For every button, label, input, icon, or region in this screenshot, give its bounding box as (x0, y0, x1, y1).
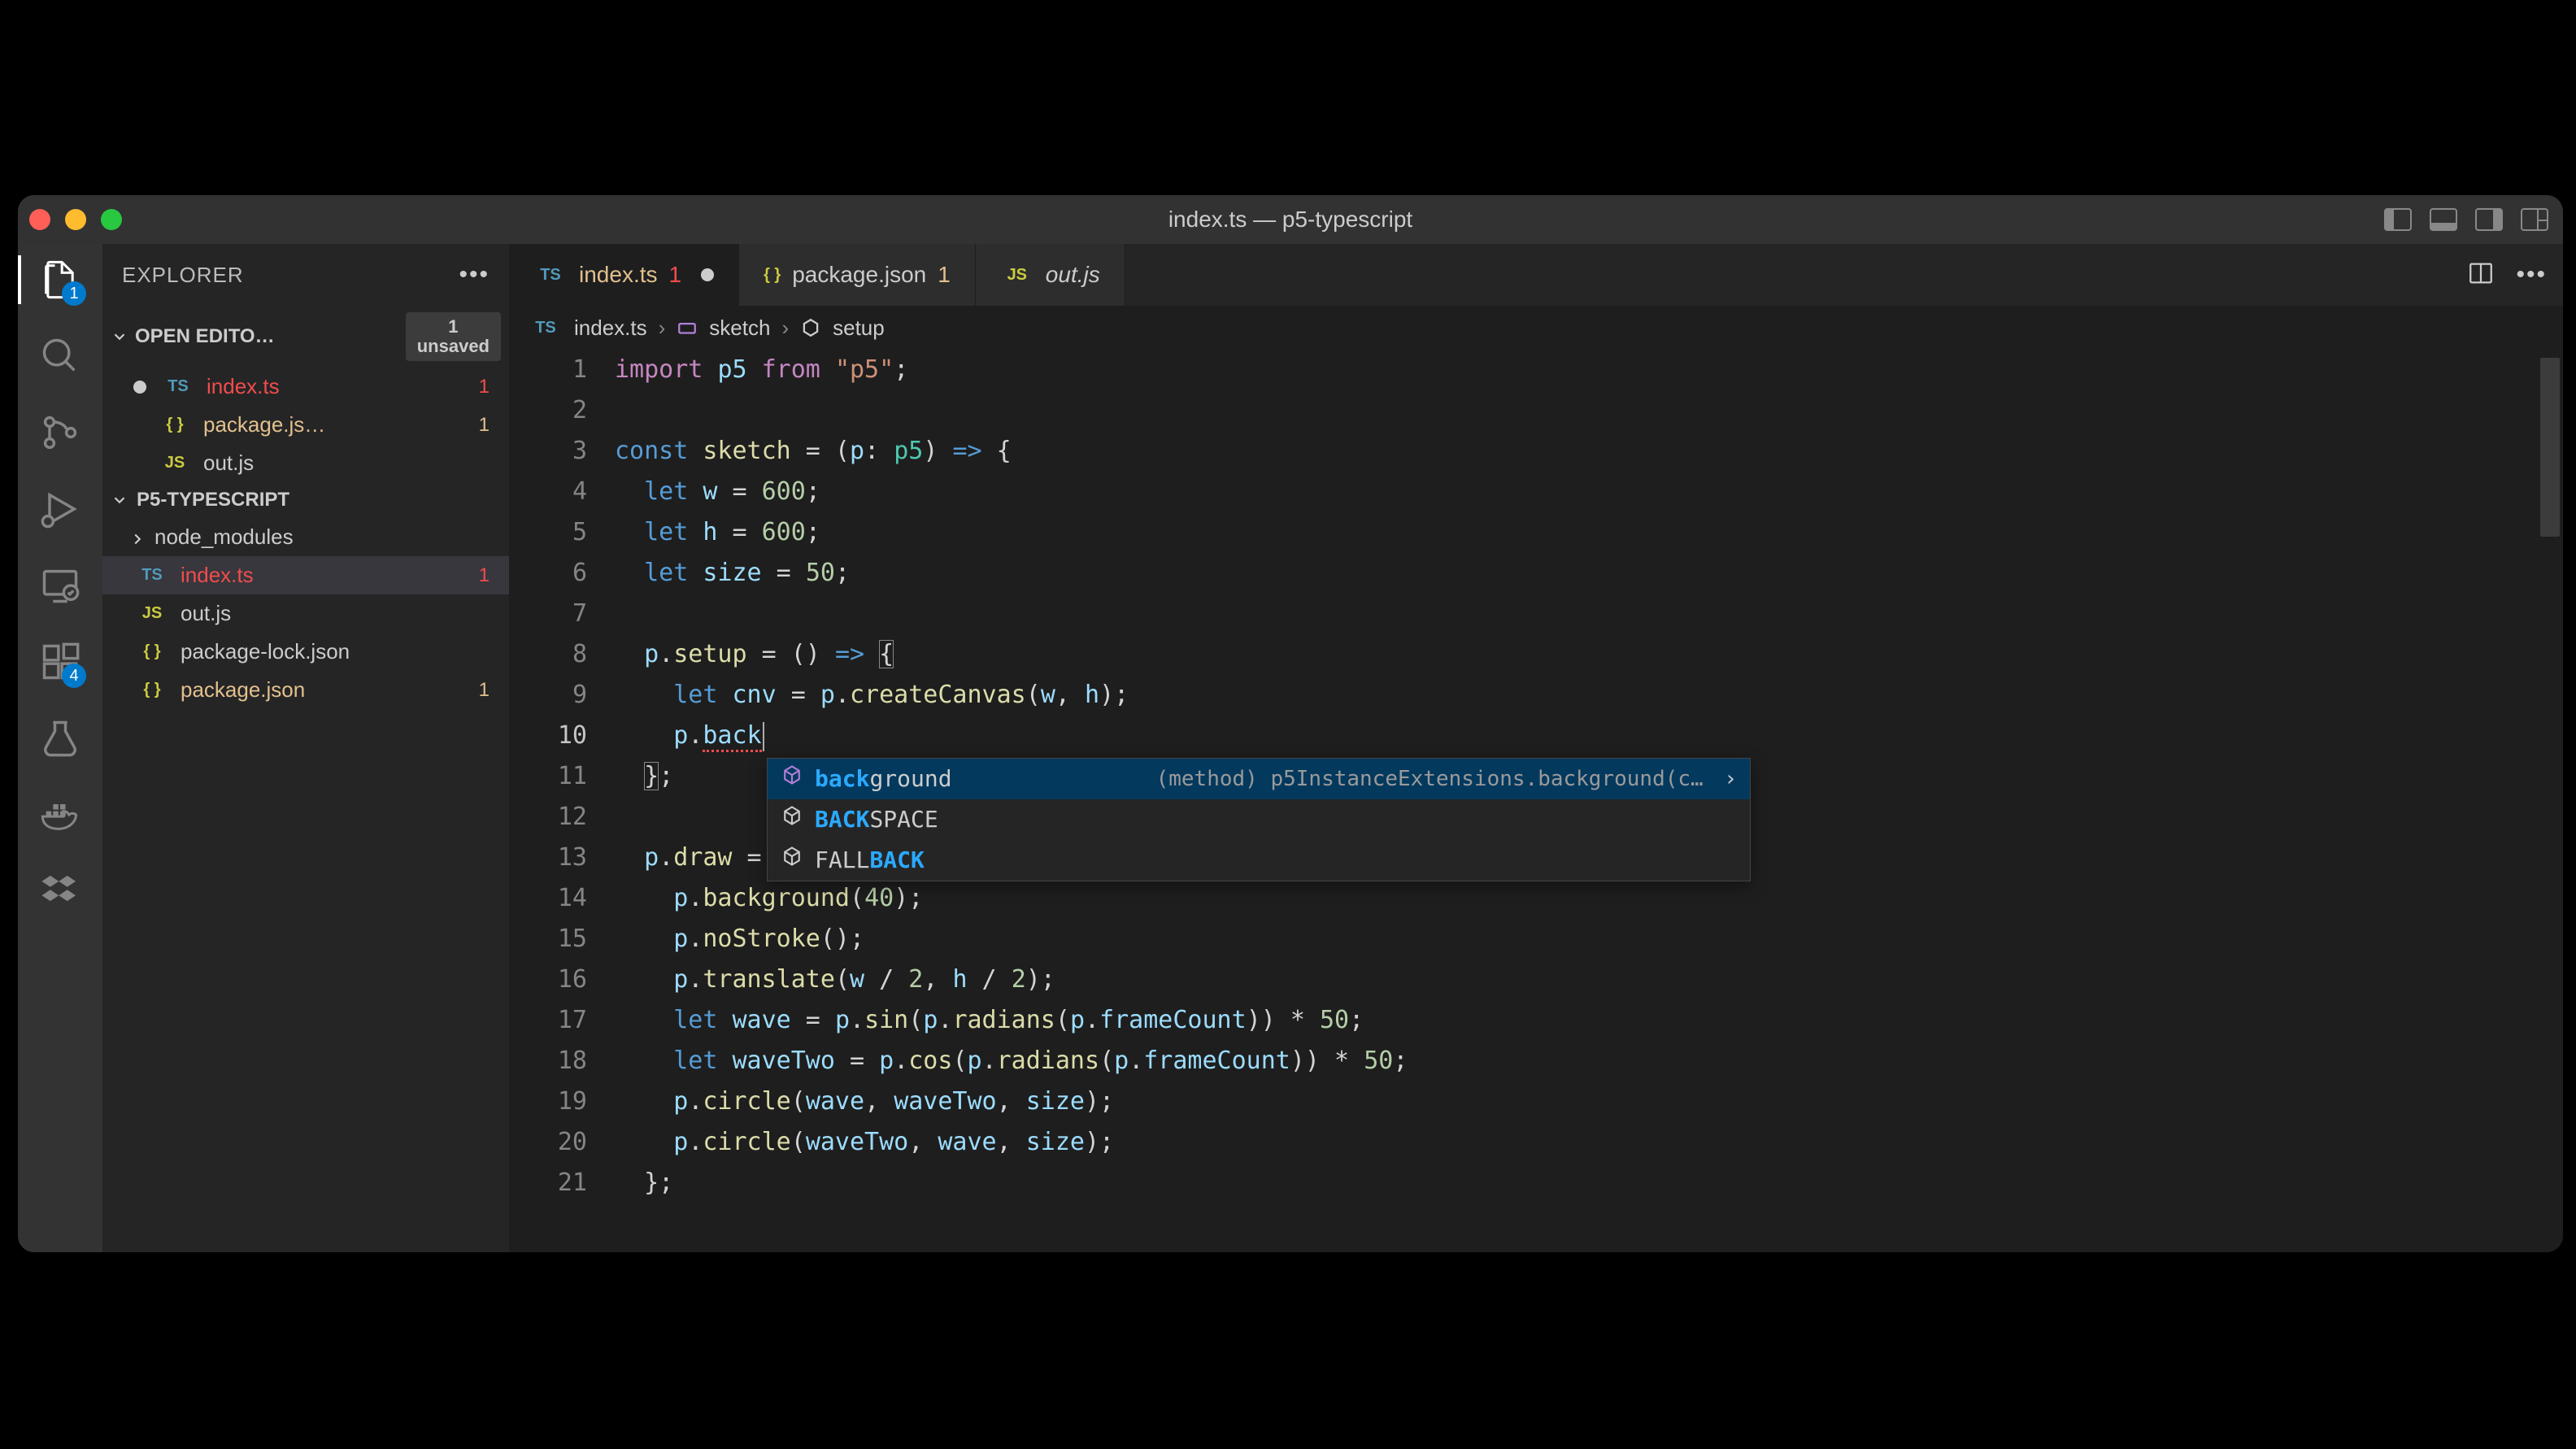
folder-row[interactable]: node_modules (102, 518, 509, 556)
layout-controls (2384, 208, 2548, 231)
file-type-icon: { } (764, 266, 781, 285)
dirty-dot-icon (133, 381, 146, 394)
toggle-primary-sidebar-icon[interactable] (2384, 208, 2412, 231)
editor-more-icon[interactable]: ••• (2516, 261, 2547, 289)
file-type-icon: JS (1000, 266, 1034, 285)
editor-tab[interactable]: { } package.json 1 (739, 244, 976, 306)
folder-name: node_modules (154, 524, 294, 550)
activity-testing-icon[interactable] (39, 717, 81, 759)
chevron-down-icon (111, 491, 128, 509)
modification-count: 1 (479, 564, 501, 587)
editor-tab[interactable]: TS index.ts 1 (509, 244, 739, 306)
suggestion-item[interactable]: background (method) p5InstanceExtensions.… (768, 759, 1750, 799)
suggestion-label: BACKSPACE (815, 799, 938, 840)
open-editor-filename: out.js (203, 450, 501, 476)
modification-count: 1 (479, 679, 501, 702)
dirty-dot-icon (701, 268, 714, 281)
explorer-title: EXPLORER (122, 263, 244, 288)
activity-explorer-icon[interactable]: 1 (39, 259, 81, 301)
activity-bar: 1 4 (18, 244, 102, 1252)
open-editor-filename: index.ts (207, 374, 468, 399)
code-editor[interactable]: 123456789101112131415161718192021 import… (509, 350, 2563, 1252)
unsaved-indicator: 1 unsaved (406, 312, 501, 361)
project-name: P5-TYPESCRIPT (137, 489, 289, 511)
titlebar: index.ts — p5-typescript (18, 195, 2563, 244)
symbol-variable-icon (677, 317, 698, 338)
breadcrumb-file[interactable]: index.ts (574, 315, 647, 341)
open-editor-item[interactable]: { }package.js…1 (102, 406, 509, 444)
suggestion-kind-icon (781, 840, 803, 881)
intellisense-popup[interactable]: background (method) p5InstanceExtensions.… (767, 758, 1751, 881)
code-content[interactable]: import p5 from "p5";const sketch = (p: p… (615, 350, 2563, 1252)
minimize-window-button[interactable] (65, 209, 86, 230)
breadcrumb-symbol[interactable]: sketch (709, 315, 770, 341)
modification-count: 1 (479, 414, 501, 437)
file-name: package-lock.json (181, 639, 501, 664)
tab-label: index.ts (579, 262, 658, 288)
explorer-header: EXPLORER ••• (102, 244, 509, 306)
suggestion-detail: (method) p5InstanceExtensions.background… (1132, 759, 1737, 799)
activity-extensions-icon[interactable]: 4 (39, 641, 81, 683)
file-row[interactable]: { }package.json1 (102, 671, 509, 709)
toggle-panel-icon[interactable] (2430, 208, 2457, 231)
activity-dropbox-icon[interactable] (39, 870, 81, 912)
suggestion-kind-icon (781, 759, 803, 799)
scrollbar-thumb[interactable] (2540, 358, 2560, 537)
tab-label: package.json (792, 262, 926, 288)
customize-layout-icon[interactable] (2521, 208, 2548, 231)
suggestion-item[interactable]: BACKSPACE (768, 799, 1750, 840)
activity-run-debug-icon[interactable] (39, 488, 81, 530)
window-title: index.ts — p5-typescript (1168, 207, 1412, 233)
maximize-window-button[interactable] (101, 209, 122, 230)
suggestion-item[interactable]: FALLBACK (768, 840, 1750, 881)
activity-search-icon[interactable] (39, 335, 81, 377)
file-type-icon: TS (533, 266, 568, 285)
file-row[interactable]: JSout.js (102, 594, 509, 633)
activity-docker-icon[interactable] (39, 794, 81, 836)
split-editor-icon[interactable] (2467, 259, 2495, 291)
breadcrumb-file-lang: TS (529, 319, 563, 337)
explorer-sidebar: EXPLORER ••• OPEN EDITO… 1 unsaved TSind… (102, 244, 509, 1252)
suggestion-kind-icon (781, 799, 803, 840)
symbol-method-icon (800, 317, 821, 338)
file-name: index.ts (181, 563, 468, 588)
toggle-secondary-sidebar-icon[interactable] (2475, 208, 2503, 231)
suggestion-label: FALLBACK (815, 840, 925, 881)
chevron-right-icon: › (781, 315, 789, 341)
chevron-right-icon: › (659, 315, 666, 341)
file-name: package.json (181, 677, 468, 703)
chevron-down-icon (111, 328, 128, 346)
editor-area: TS index.ts 1 { } package.json 1 JS out.js ••… (509, 244, 2563, 1252)
breadcrumb-symbol[interactable]: setup (833, 315, 885, 341)
project-header[interactable]: P5-TYPESCRIPT (102, 482, 509, 518)
line-number-gutter: 123456789101112131415161718192021 (509, 350, 615, 1252)
chevron-right-icon: › (1724, 759, 1737, 799)
tab-badge: 1 (938, 262, 951, 288)
explorer-more-icon[interactable]: ••• (459, 261, 490, 289)
tab-label: out.js (1046, 262, 1100, 288)
editor-tab[interactable]: JS out.js (976, 244, 1125, 306)
suggestion-label: background (815, 759, 952, 799)
open-editor-filename: package.js… (203, 412, 468, 437)
editor-tabs: TS index.ts 1 { } package.json 1 JS out.js ••… (509, 244, 2563, 306)
close-window-button[interactable] (29, 209, 50, 230)
activity-source-control-icon[interactable] (39, 411, 81, 454)
activity-remote-explorer-icon[interactable] (39, 564, 81, 607)
open-editors-header[interactable]: OPEN EDITO… 1 unsaved (102, 306, 509, 368)
open-editors-label: OPEN EDITO… (135, 325, 275, 348)
file-name: out.js (181, 601, 501, 626)
explorer-badge: 1 (62, 281, 86, 306)
file-row[interactable]: TSindex.ts1 (102, 556, 509, 594)
modification-count: 1 (479, 376, 501, 398)
file-row[interactable]: { }package-lock.json (102, 633, 509, 671)
traffic-lights (29, 209, 122, 230)
app-window: index.ts — p5-typescript 1 (18, 195, 2563, 1252)
open-editor-item[interactable]: JSout.js (102, 444, 509, 482)
tab-badge: 1 (669, 262, 682, 288)
extensions-badge: 4 (62, 664, 86, 688)
open-editor-item[interactable]: TSindex.ts1 (102, 368, 509, 406)
breadcrumb[interactable]: TS index.ts › sketch › setup (509, 306, 2563, 350)
chevron-right-icon (128, 529, 146, 546)
